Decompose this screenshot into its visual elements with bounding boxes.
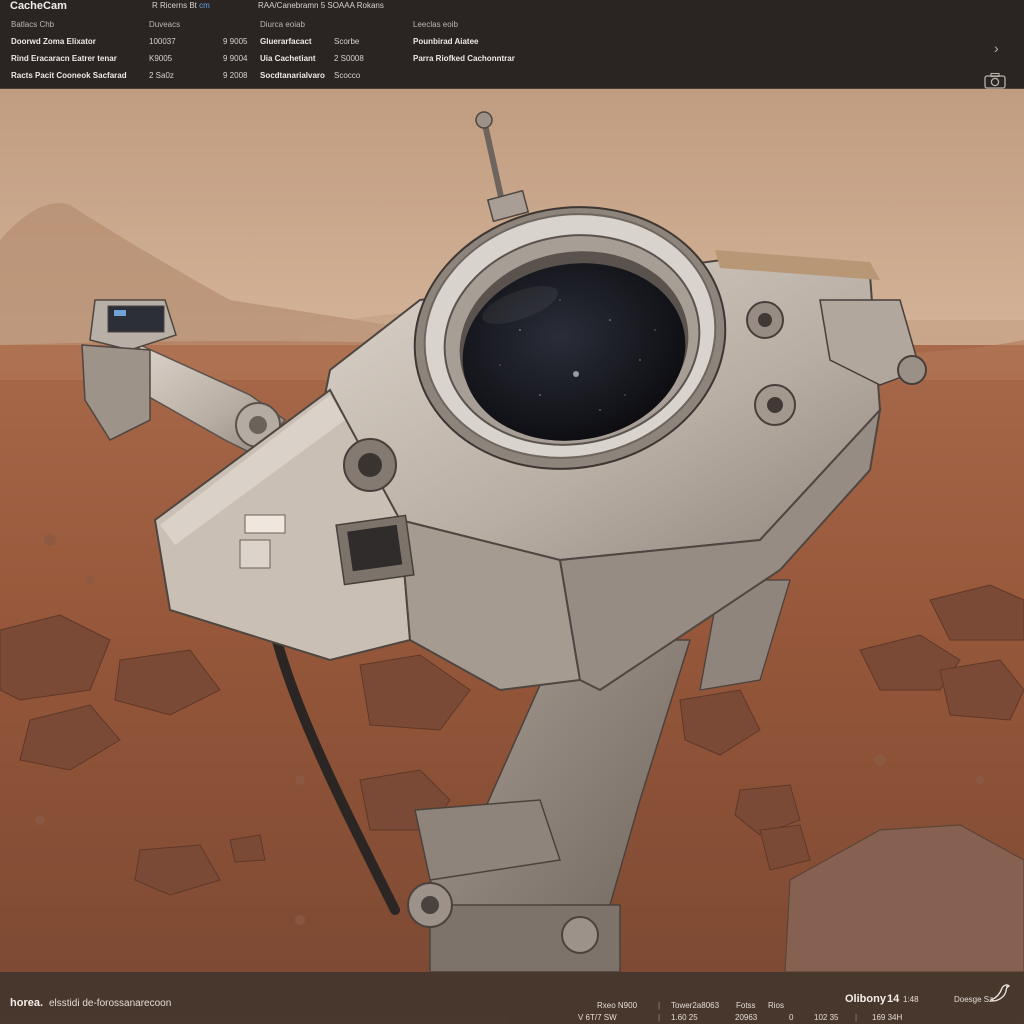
row-value: 9 9004 — [223, 54, 248, 63]
row-name: Racts Pacit Cooneok Sacfarad — [11, 71, 127, 80]
stat-value: 0 — [789, 1013, 794, 1022]
row-value: 9 2008 — [223, 71, 248, 80]
stat-label: Tower2a8063 — [671, 1001, 720, 1010]
row-label: Gluerarfacact — [260, 37, 312, 46]
footer-tagline: elsstidi de-forossanarecoon — [49, 998, 172, 1009]
rover-scene — [0, 88, 1024, 972]
row-value: 9 9005 — [223, 37, 248, 46]
bird-logo-icon — [989, 984, 1011, 1002]
highlight-value: 14 — [887, 993, 900, 1005]
row-value: K9005 — [149, 54, 173, 63]
row-name: Doorwd Zoma Elixator — [11, 37, 96, 46]
stat-separator: | — [855, 1013, 858, 1022]
row-label: Pounbirad Aiatee — [413, 37, 479, 46]
chevron-right-icon[interactable]: › — [994, 40, 999, 56]
row-value: Scocco — [334, 71, 361, 80]
stat-value: 1.60 25 — [671, 1013, 698, 1022]
stat-separator: | — [658, 1001, 661, 1010]
row-value: 100037 — [149, 37, 176, 46]
camera-icon[interactable] — [983, 72, 1007, 90]
column-header: Batlacs Chb — [11, 20, 55, 29]
camera-view — [0, 88, 1024, 972]
row-value: 2 S0008 — [334, 54, 364, 63]
stat-label: Rxeo N900 — [597, 1001, 638, 1010]
telemetry-header: CacheCam R Ricerns Bt cm RAA/Canebramn 5… — [0, 0, 1024, 89]
status-footer: horea. elsstidi de-forossanarecoon Rxeo … — [0, 972, 1024, 1024]
highlight-label: Olibony — [845, 993, 886, 1005]
column-header: Duveacs — [149, 20, 181, 29]
highlight-unit: 1:48 — [903, 995, 919, 1004]
row-label: Socdtanarialvaro — [260, 71, 325, 80]
row-value: Scorbe — [334, 37, 360, 46]
row-label: Uia Cachetiant — [260, 54, 316, 63]
tab-secondary[interactable]: RAA/Canebramn 5 SOAAA Rokans — [258, 1, 384, 10]
stat-value: V 6T/7 SW — [578, 1013, 617, 1022]
row-name: Rind Eracaracn Eatrer tenar — [11, 54, 117, 63]
row-value: 2 Sa0z — [149, 71, 174, 80]
tab-primary[interactable]: R Ricerns Bt cm — [152, 1, 210, 10]
stat-label: Rios — [768, 1001, 785, 1010]
stat-value: 169 34H — [872, 1013, 903, 1022]
column-header: Diurca eoiab — [260, 20, 305, 29]
stat-separator: | — [658, 1013, 661, 1022]
app-title: CacheCam — [10, 0, 67, 12]
footer-brand: horea. — [10, 997, 44, 1009]
stat-label: Fotss — [736, 1001, 756, 1010]
row-label: Parra Riofked Cachonntrar — [413, 54, 515, 63]
stat-value: 20963 — [735, 1013, 758, 1022]
stat-value: 102 35 — [814, 1013, 839, 1022]
column-header: Leeclas eoib — [413, 20, 458, 29]
